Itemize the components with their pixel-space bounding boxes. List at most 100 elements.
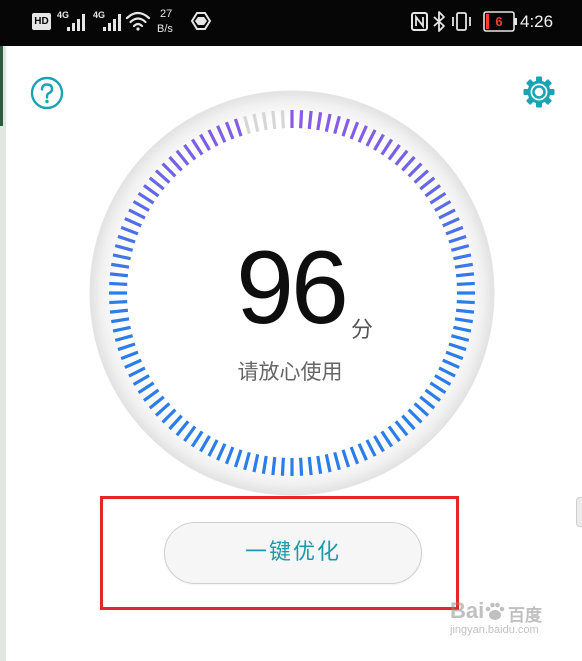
dial-tick <box>445 350 464 361</box>
signal-icon <box>67 14 85 31</box>
gear-icon[interactable] <box>522 75 556 109</box>
dial-tick <box>455 308 475 314</box>
dial-tick <box>445 225 464 236</box>
dial-tick <box>365 439 377 457</box>
dial-tick <box>434 200 452 212</box>
dial-tick <box>112 253 131 261</box>
dial-tick <box>454 262 474 269</box>
dial-tick <box>128 208 146 220</box>
health-score: 96 <box>236 230 349 346</box>
network-speed-value: 27 <box>160 8 173 20</box>
dial-tick <box>373 435 385 453</box>
dial-tick <box>333 115 341 135</box>
dial-tick <box>454 317 474 324</box>
dial-tick <box>124 217 142 228</box>
dial-tick <box>175 420 190 437</box>
status-time: 4:26 <box>520 12 554 31</box>
score-status-text: 请放心使用 <box>237 360 343 384</box>
dial-tick <box>394 149 409 166</box>
background-app-edge-dark <box>0 46 3 126</box>
vibrate-icon <box>452 12 471 31</box>
dial-tick <box>307 456 313 476</box>
dial-tick <box>394 420 409 437</box>
phone-screen: HD 4G 4G 27 B/s 6 4:26 96 分 请放心使用 一键优化 B… <box>0 0 582 661</box>
dial-tick <box>434 374 452 386</box>
dial-tick <box>243 451 251 471</box>
dial-tick <box>216 125 227 143</box>
dial-tick <box>456 281 475 286</box>
dial-tick <box>190 430 204 448</box>
dial-tick <box>299 457 304 476</box>
dial-tick <box>442 217 460 228</box>
watermark-brand: Bai <box>450 598 485 623</box>
dial-tick <box>401 155 416 172</box>
dial-tick <box>324 454 332 473</box>
dial-tick <box>161 162 177 178</box>
dial-tick <box>183 144 197 161</box>
dial-tick <box>148 176 165 191</box>
dial-tick <box>453 325 472 333</box>
watermark-brand-tail: 百度 <box>508 606 542 625</box>
dial-tick <box>183 425 197 442</box>
dial-tick <box>154 169 171 184</box>
dial-tick <box>252 454 260 473</box>
dial-tick <box>316 111 323 131</box>
dial-tick <box>148 395 165 410</box>
dial-tick <box>109 272 129 278</box>
dial-tick <box>429 381 447 395</box>
edge-panel-handle[interactable] <box>576 497 582 527</box>
dial-tick <box>168 155 183 172</box>
dial-tick <box>199 435 211 453</box>
dial-tick <box>216 443 227 461</box>
dial-tick <box>349 446 360 465</box>
dial-tick <box>137 191 155 205</box>
dial-tick <box>112 325 131 333</box>
battery-level: 6 <box>495 14 503 29</box>
background-app-edge <box>0 46 6 661</box>
dial-tick <box>324 113 332 132</box>
dial-tick <box>424 184 441 198</box>
dial-tick <box>124 358 142 369</box>
dial-tick <box>280 110 285 129</box>
baidu-watermark: Bai 百度 jingyan.baidu.com <box>450 598 560 646</box>
dial-tick <box>168 414 183 431</box>
watermark-url: jingyan.baidu.com <box>450 624 539 636</box>
dial-tick <box>110 317 130 324</box>
dial-tick <box>143 388 160 402</box>
dial-tick <box>413 169 430 184</box>
dial-tick <box>387 425 401 442</box>
dial-tick <box>413 402 430 417</box>
dial-tick <box>456 300 475 305</box>
dial-tick <box>424 388 441 402</box>
dial-tick <box>117 342 136 352</box>
dial-tick <box>109 308 129 314</box>
dial-tick <box>448 234 467 244</box>
wifi-icon <box>125 11 151 31</box>
dial-tick <box>419 395 436 410</box>
dial-tick <box>233 118 243 137</box>
paw-icon <box>485 602 505 620</box>
dial-tick <box>373 133 385 151</box>
dial-tick <box>450 334 470 342</box>
dial-tick <box>114 244 134 252</box>
dial-tick <box>341 118 351 137</box>
dial-tick <box>357 125 368 143</box>
dial-tick <box>109 300 128 305</box>
dial-tick <box>109 281 128 286</box>
dial-tick <box>110 262 130 269</box>
question-circle-icon[interactable] <box>30 76 64 110</box>
dial-tick <box>380 138 394 156</box>
dial-tick <box>120 225 139 236</box>
dial-tick <box>299 110 304 129</box>
bluetooth-icon <box>433 11 445 32</box>
dial-tick <box>207 439 219 457</box>
dial-tick <box>114 334 134 342</box>
dial-tick <box>357 443 368 461</box>
dial-tick <box>132 374 150 386</box>
nfc-icon <box>411 12 428 31</box>
dial-tick <box>271 456 277 476</box>
dial-tick <box>450 244 470 252</box>
dial-tick <box>407 162 423 178</box>
dial-tick <box>132 200 150 212</box>
dial-tick <box>453 253 472 261</box>
